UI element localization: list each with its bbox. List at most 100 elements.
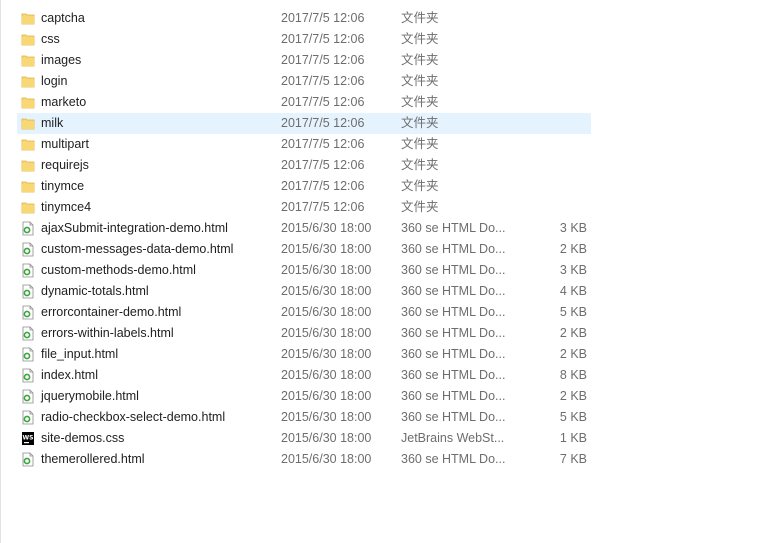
file-name: images	[41, 53, 82, 67]
file-date: 2015/6/30 18:00	[281, 284, 372, 298]
folder-icon	[21, 32, 35, 47]
file-row[interactable]: themerollered.html 2015/6/30 18:00 360 se …	[17, 449, 591, 470]
file-name: radio-checkbox-select-demo.html	[41, 410, 226, 424]
file-date: 2017/7/5 12:06	[281, 158, 365, 172]
file-date: 2015/6/30 18:00	[281, 305, 372, 319]
file-name: index.html	[41, 368, 98, 382]
html-file-icon	[21, 242, 35, 257]
file-type: 文件夹	[401, 158, 439, 172]
file-name: tinymce4	[41, 200, 92, 214]
html-file-icon	[21, 263, 35, 278]
file-name: dynamic-totals.html	[41, 284, 149, 298]
file-date: 2017/7/5 12:06	[281, 32, 365, 46]
html-file-icon	[21, 389, 35, 404]
file-date: 2015/6/30 18:00	[281, 326, 372, 340]
file-size: 5 KB	[559, 410, 587, 424]
file-date: 2017/7/5 12:06	[281, 95, 365, 109]
folder-row[interactable]: tinymce 2017/7/5 12:06 文件夹	[17, 176, 591, 197]
file-row[interactable]: file_input.html 2015/6/30 18:00 360 se HTM…	[17, 344, 591, 365]
file-size: 3 KB	[559, 221, 587, 235]
file-size: 2 KB	[559, 326, 587, 340]
html-file-icon	[21, 347, 35, 362]
file-date: 2015/6/30 18:00	[281, 368, 372, 382]
folder-row[interactable]: images 2017/7/5 12:06 文件夹	[17, 50, 591, 71]
file-name: multipart	[41, 137, 89, 151]
webstorm-file-icon: WS	[21, 431, 35, 446]
file-row[interactable]: WS site-demos.css 2015/6/30 18:00 JetBrains…	[17, 428, 591, 449]
file-row[interactable]: custom-messages-data-demo.html 2015/6/30 …	[17, 239, 591, 260]
file-name: errorcontainer-demo.html	[41, 305, 182, 319]
file-type: 文件夹	[401, 137, 439, 151]
file-type: 360 se HTML Do...	[401, 326, 506, 340]
file-size: 2 KB	[559, 242, 587, 256]
file-type: 文件夹	[401, 179, 439, 193]
file-type: 360 se HTML Do...	[401, 305, 506, 319]
file-size: 2 KB	[559, 389, 587, 403]
file-name: custom-methods-demo.html	[41, 263, 196, 277]
file-date: 2017/7/5 12:06	[281, 137, 365, 151]
file-date: 2015/6/30 18:00	[281, 347, 372, 361]
file-date: 2015/6/30 18:00	[281, 389, 372, 403]
folder-icon	[21, 74, 35, 89]
file-date: 2017/7/5 12:06	[281, 179, 365, 193]
file-name: ajaxSubmit-integration-demo.html	[41, 221, 228, 235]
file-name: login	[41, 74, 68, 88]
file-type: 文件夹	[401, 32, 439, 46]
folder-row[interactable]: marketo 2017/7/5 12:06 文件夹	[17, 92, 591, 113]
file-date: 2017/7/5 12:06	[281, 74, 365, 88]
folder-row[interactable]: milk 2017/7/5 12:06 文件夹	[17, 113, 591, 134]
file-row[interactable]: jquerymobile.html 2015/6/30 18:00 360 se H…	[17, 386, 591, 407]
folder-row[interactable]: captcha 2017/7/5 12:06 文件夹	[17, 8, 591, 29]
folder-icon	[21, 158, 35, 173]
file-name: tinymce	[41, 179, 85, 193]
file-type: 360 se HTML Do...	[401, 221, 506, 235]
folder-row[interactable]: login 2017/7/5 12:06 文件夹	[17, 71, 591, 92]
file-size: 7 KB	[559, 452, 587, 466]
file-row[interactable]: dynamic-totals.html 2015/6/30 18:00 360 se…	[17, 281, 591, 302]
file-type: 文件夹	[401, 74, 439, 88]
folder-row[interactable]: requirejs 2017/7/5 12:06 文件夹	[17, 155, 591, 176]
folder-row[interactable]: css 2017/7/5 12:06 文件夹	[17, 29, 591, 50]
html-file-icon	[21, 284, 35, 299]
folder-icon	[21, 11, 35, 26]
folder-row[interactable]: tinymce4 2017/7/5 12:06 文件夹	[17, 197, 591, 218]
file-name: css	[41, 32, 60, 46]
file-type: 360 se HTML Do...	[401, 452, 506, 466]
file-date: 2015/6/30 18:00	[281, 431, 372, 445]
file-type: 360 se HTML Do...	[401, 410, 506, 424]
file-date: 2015/6/30 18:00	[281, 452, 372, 466]
file-row[interactable]: custom-methods-demo.html 2015/6/30 18:00 3…	[17, 260, 591, 281]
file-row[interactable]: errors-within-labels.html 2015/6/30 18:00…	[17, 323, 591, 344]
file-name: jquerymobile.html	[41, 389, 139, 403]
html-file-icon	[21, 368, 35, 383]
file-size: 5 KB	[559, 305, 587, 319]
file-type: 文件夹	[401, 116, 439, 130]
folder-icon	[21, 116, 35, 131]
file-name: custom-messages-data-demo.html	[41, 242, 234, 256]
file-name: captcha	[41, 11, 85, 25]
file-row[interactable]: radio-checkbox-select-demo.html 2015/6/30…	[17, 407, 591, 428]
file-date: 2017/7/5 12:06	[281, 11, 365, 25]
file-type: 360 se HTML Do...	[401, 347, 506, 361]
folder-row[interactable]: multipart 2017/7/5 12:06 文件夹	[17, 134, 591, 155]
file-row[interactable]: errorcontainer-demo.html 2015/6/30 18:00 3…	[17, 302, 591, 323]
file-size: 8 KB	[559, 368, 587, 382]
file-row[interactable]: ajaxSubmit-integration-demo.html 2015/6/3…	[17, 218, 591, 239]
file-size: 4 KB	[559, 284, 587, 298]
file-type: 文件夹	[401, 200, 439, 214]
file-list-pane: captcha 2017/7/5 12:06 文件夹 css 2017/7/5 12:0…	[0, 0, 765, 543]
file-type: 文件夹	[401, 95, 439, 109]
file-name: errors-within-labels.html	[41, 326, 174, 340]
file-name: themerollered.html	[41, 452, 145, 466]
file-name: marketo	[41, 95, 87, 109]
file-type: 文件夹	[401, 53, 439, 67]
folder-icon	[21, 200, 35, 215]
file-name: requirejs	[41, 158, 89, 172]
file-type: JetBrains WebSt...	[401, 431, 505, 445]
file-row[interactable]: index.html 2015/6/30 18:00 360 se HTML Do.…	[17, 365, 591, 386]
folder-icon	[21, 137, 35, 152]
folder-icon	[21, 53, 35, 68]
file-size: 1 KB	[559, 431, 587, 445]
file-type: 360 se HTML Do...	[401, 263, 506, 277]
file-type: 360 se HTML Do...	[401, 368, 506, 382]
